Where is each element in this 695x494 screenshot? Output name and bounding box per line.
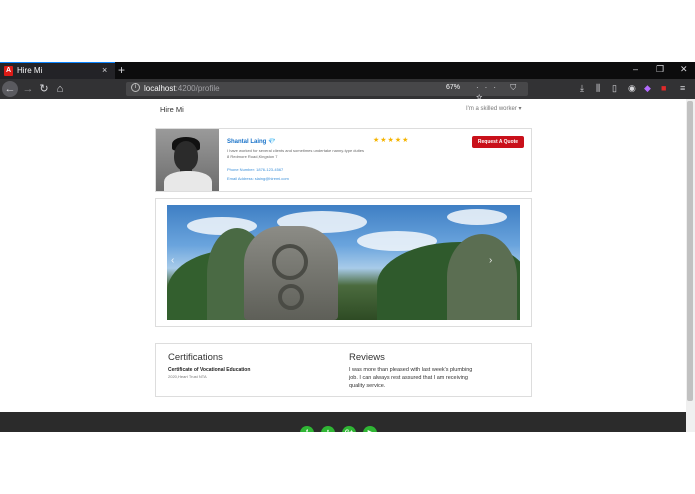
verified-diamond-icon: 💎 [268,139,276,145]
facebook-icon[interactable]: f [300,426,314,432]
back-button[interactable]: ← [2,81,18,97]
profile-name-row: Shantal Laing 💎 [227,138,276,145]
new-tab-button[interactable]: + [118,62,125,78]
image-carousel[interactable]: ‹ › [167,205,520,320]
library-icon[interactable]: ⫼ [596,83,600,94]
url-text[interactable]: localhost:4200/profile [144,84,220,93]
certifications-heading: Certifications [168,352,223,363]
account-icon[interactable]: ◉ [628,83,636,94]
site-brand[interactable]: Hire Mi [160,105,184,114]
certifications-reviews-card: Certifications Certificate of Vocational… [155,343,532,397]
twitter-icon[interactable]: t [321,426,335,432]
page-scrollbar[interactable] [686,99,695,432]
profile-address: 8 Redmore Road,Kingston 7 [227,154,278,159]
carousel-next-icon[interactable]: › [489,255,492,266]
page-viewport: Hire Mi I'm a skilled worker ▾ Shantal L… [0,99,686,432]
profile-name[interactable]: Shantal Laing [227,139,266,145]
browser-tab[interactable]: A Hire Mi × [0,62,115,79]
review-text: I was more than pleased with last week's… [349,367,473,389]
skilled-worker-dropdown[interactable]: I'm a skilled worker ▾ [466,105,522,112]
url-path: :4200/profile [175,84,220,93]
certificate-name: Certificate of Vocational Education [168,367,251,373]
menu-icon[interactable]: ≡ [680,83,685,93]
download-icon[interactable]: ⤓ [580,83,584,94]
page-footer: f t G+ ▶ [0,412,686,432]
reviews-heading: Reviews [349,352,385,363]
browser-nav-bar: ← → ↻ ⌂ i localhost:4200/profile 67% ···… [0,79,695,102]
avatar [156,129,219,191]
sidebar-icon[interactable]: ▯ [612,83,617,94]
scrollbar-thumb[interactable] [687,101,693,401]
star-rating: ★★★★★ [373,137,410,144]
google-plus-icon[interactable]: G+ [342,426,356,432]
ancient-ruin-image [244,226,338,320]
tab-close-icon[interactable]: × [102,65,107,75]
certificate-detail: 2020,Heart Trust NTA [168,374,207,379]
home-button[interactable]: ⌂ [52,81,68,97]
profile-bio: I have worked for several clients and so… [227,148,364,153]
url-host: localhost [144,84,176,93]
profile-phone: Phone Number: 1876-123-4567 [227,167,284,172]
request-quote-button[interactable]: Request A Quote [472,136,524,148]
profile-card: Shantal Laing 💎 I have worked for severa… [155,128,532,192]
window-close-button[interactable]: ✕ [680,64,688,75]
youtube-icon[interactable]: ▶ [363,426,377,432]
url-bar[interactable]: i localhost:4200/profile 67% ··· ⛉ ☆ [126,82,528,102]
carousel-card: ‹ › [155,198,532,327]
extension-icon[interactable]: ◆ [644,83,651,94]
carousel-indicators [325,312,367,320]
profile-email: Email Address: slaing@hiremi.com [227,176,289,181]
social-links: f t G+ ▶ [300,421,384,432]
zoom-level[interactable]: 67% [446,84,460,91]
forward-button[interactable]: → [20,81,36,97]
window-minimize-button[interactable]: – [633,64,638,74]
tab-title: Hire Mi [17,66,43,75]
window-restore-button[interactable]: ❐ [656,64,664,75]
reload-button[interactable]: ↻ [36,81,52,97]
carousel-prev-icon[interactable]: ‹ [171,255,174,266]
extension-icon-red[interactable]: ■ [661,83,666,93]
angular-favicon-icon: A [4,66,13,76]
browser-tab-bar: A Hire Mi × + – ❐ ✕ [0,62,695,79]
screen-top-margin [0,0,695,62]
site-info-icon[interactable]: i [131,83,140,92]
